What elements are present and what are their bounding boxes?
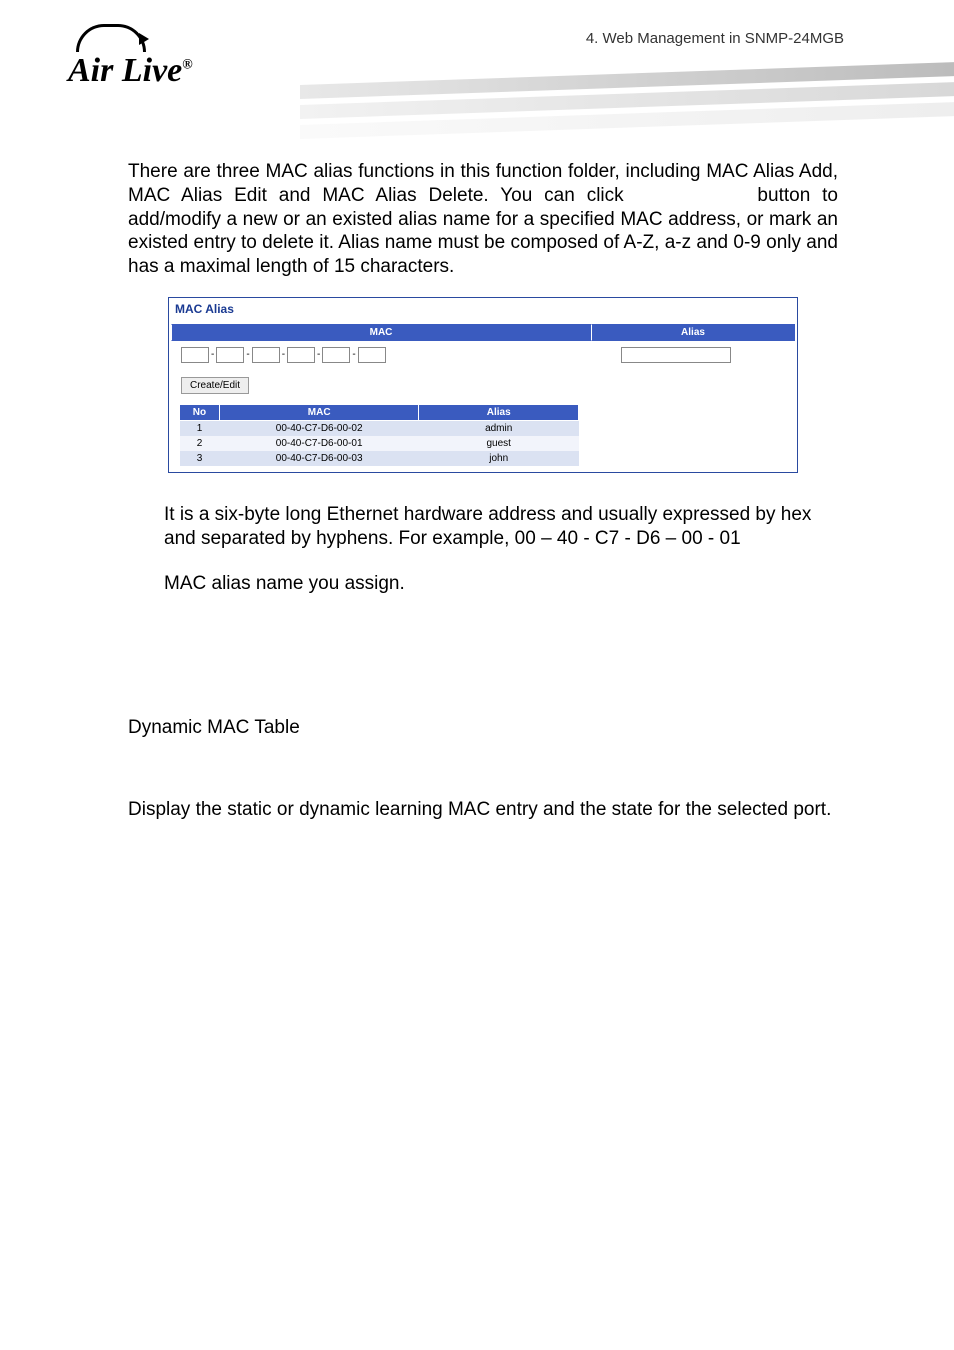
cell-mac: 00-40-C7-D6-00-01 [219, 436, 418, 451]
table-row[interactable]: 3 00-40-C7-D6-00-03 john [180, 451, 579, 466]
cell-alias: admin [419, 420, 579, 436]
cell-mac: 00-40-C7-D6-00-02 [219, 420, 418, 436]
table-row[interactable]: 2 00-40-C7-D6-00-01 guest [180, 436, 579, 451]
panel-header-row: MAC Alias [171, 324, 795, 341]
sep-icon: - [352, 349, 355, 360]
cell-no: 3 [180, 451, 220, 466]
input-row: - - - - - [171, 341, 795, 375]
mac-input-group: - - - - - [181, 347, 386, 363]
mac-octet-4[interactable] [287, 347, 315, 363]
page-content: There are three MAC alias functions in t… [0, 140, 954, 821]
header-bands [300, 85, 954, 145]
brand-logo: Air Live® [68, 24, 268, 90]
hdr-mac: MAC [171, 324, 591, 341]
function-description: Display the static or dynamic learning M… [128, 799, 838, 821]
mac-octet-1[interactable] [181, 347, 209, 363]
page-header: Air Live® 4. Web Management in SNMP-24MG… [0, 0, 954, 140]
th-mac: MAC [219, 404, 418, 420]
logo-text-label: Air Live [68, 52, 182, 89]
th-alias: Alias [419, 404, 579, 420]
sep-icon: - [282, 349, 285, 360]
sep-icon: - [211, 349, 214, 360]
cell-no: 2 [180, 436, 220, 451]
breadcrumb: 4. Web Management in SNMP-24MGB [586, 30, 844, 47]
section-title: Dynamic MAC Table [128, 717, 838, 739]
mac-octet-5[interactable] [322, 347, 350, 363]
mac-octet-2[interactable] [216, 347, 244, 363]
mac-description: It is a six-byte long Ethernet hardware … [164, 503, 838, 552]
panel-title: MAC Alias [171, 300, 795, 324]
cell-alias: guest [419, 436, 579, 451]
logo-text: Air Live® [68, 52, 268, 90]
cell-alias: john [419, 451, 579, 466]
alias-input[interactable] [621, 347, 731, 363]
table-row[interactable]: 1 00-40-C7-D6-00-02 admin [180, 420, 579, 436]
mac-octet-6[interactable] [358, 347, 386, 363]
intro-paragraph: There are three MAC alias functions in t… [128, 160, 838, 279]
hdr-alias: Alias [591, 324, 795, 341]
logo-reg: ® [182, 58, 192, 73]
logo-arc-icon [76, 24, 146, 52]
intro-text-prefix: There are three MAC alias functions in t… [128, 161, 838, 206]
sep-icon: - [317, 349, 320, 360]
create-edit-button[interactable]: Create/Edit [181, 377, 249, 394]
mac-alias-panel: MAC Alias MAC Alias - - - - - Create/Edi… [168, 297, 798, 473]
cell-mac: 00-40-C7-D6-00-03 [219, 451, 418, 466]
mac-octet-3[interactable] [252, 347, 280, 363]
th-no: No [180, 404, 220, 420]
cell-no: 1 [180, 420, 220, 436]
mac-alias-table: No MAC Alias 1 00-40-C7-D6-00-02 admin 2… [179, 404, 579, 466]
sep-icon: - [246, 349, 249, 360]
alias-description: MAC alias name you assign. [164, 572, 838, 597]
